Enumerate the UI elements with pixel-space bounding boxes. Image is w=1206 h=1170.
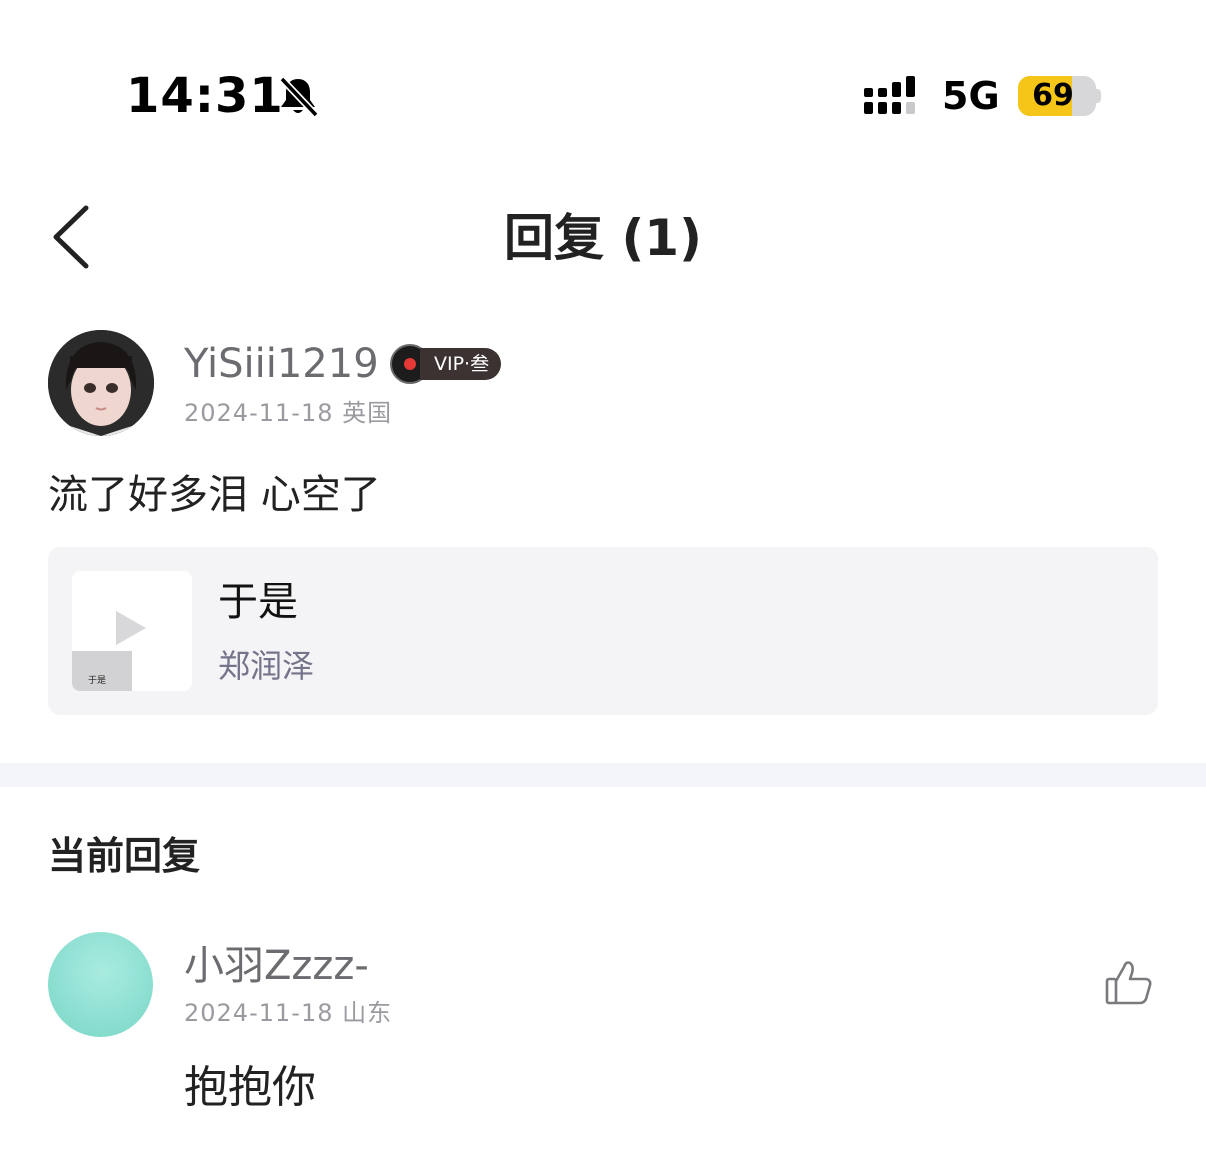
reply-username[interactable]: 小羽Zzzz- — [184, 940, 369, 992]
network-type: 5G — [942, 74, 1000, 118]
reply-avatar[interactable] — [48, 932, 153, 1037]
battery-icon: 69 — [1018, 76, 1096, 116]
signal-icon — [864, 76, 915, 114]
status-time: 14:31 — [126, 68, 284, 124]
song-cover[interactable]: 于是 — [72, 571, 192, 691]
avatar[interactable] — [48, 330, 154, 436]
reply-location: 山东 — [342, 999, 393, 1027]
battery-cap — [1096, 89, 1101, 103]
play-icon — [116, 611, 146, 645]
page-title: 回复 (1) — [504, 209, 702, 267]
battery-level: 69 — [1032, 78, 1074, 113]
comment-username[interactable]: YiSiii1219 — [184, 338, 379, 390]
comment-location: 英国 — [342, 399, 393, 427]
cover-text: 于是 — [88, 676, 107, 686]
comment-date: 2024-11-18 — [184, 399, 334, 427]
song-title: 于是 — [218, 579, 298, 625]
reply-meta: 2024-11-18 山东 — [184, 996, 392, 1030]
comment-meta: 2024-11-18 英国 — [184, 396, 392, 430]
like-button[interactable] — [1104, 958, 1154, 1008]
bell-slash-icon — [279, 76, 319, 118]
reply-date: 2024-11-18 — [184, 999, 334, 1027]
comment-text: 流了好多泪 心空了 — [48, 472, 381, 518]
avatar-image — [48, 330, 154, 436]
section-title: 当前回复 — [48, 834, 201, 878]
song-card[interactable]: 于是 于是 郑润泽 — [48, 547, 1158, 715]
thumbs-up-icon — [1105, 961, 1152, 1005]
vip-label: VIP·叁 — [420, 348, 502, 380]
section-divider — [0, 763, 1206, 787]
song-artist: 郑润泽 — [218, 647, 315, 685]
reply-text: 抱抱你 — [184, 1062, 316, 1113]
vip-badge[interactable]: VIP·叁 — [390, 344, 514, 384]
